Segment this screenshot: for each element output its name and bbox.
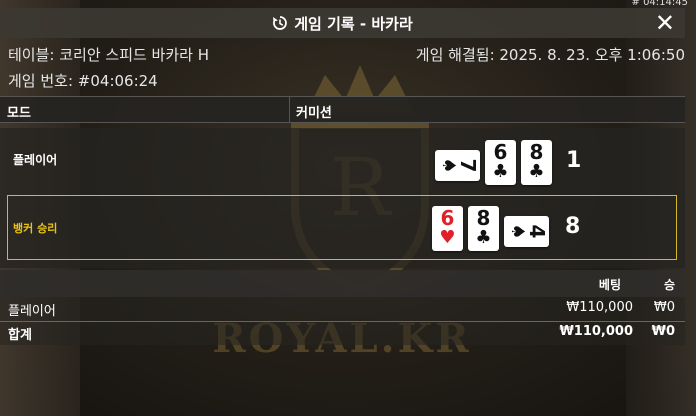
- player-card-2: 6 ♣: [485, 140, 516, 185]
- card-rank: 4: [525, 224, 549, 239]
- banker-card-2: 8 ♣: [468, 206, 499, 251]
- close-icon[interactable]: ✕: [655, 9, 675, 37]
- commission-column-label: 커미션: [296, 106, 332, 121]
- bet-column-label: 베팅: [598, 278, 621, 292]
- bet-table-header: 베팅 승: [0, 270, 685, 297]
- column-divider: [289, 97, 290, 122]
- dialog-header: 게임 기록 - 바카라 ✕: [0, 8, 685, 38]
- card-suit-icon: ♠: [507, 223, 528, 240]
- player-card-3: 8 ♣: [521, 140, 552, 185]
- player-label: 플레이어: [13, 153, 58, 167]
- card-rank: 8: [476, 206, 491, 230]
- win-column-label: 승: [663, 278, 675, 292]
- clock-text: # 04:14:45: [631, 0, 688, 8]
- player-score: 1: [566, 148, 582, 173]
- total-label: 합계: [8, 328, 32, 343]
- banker-card-3: 4 ♠: [504, 216, 549, 247]
- game-number: 게임 번호: #04:06:24: [8, 72, 158, 90]
- card-rank: 7: [456, 158, 480, 173]
- total-row: 합계 ₩110,000 ₩0: [0, 324, 685, 345]
- history-icon: [273, 16, 288, 30]
- bet-table: 베팅 승 플레이어 ₩110,000 ₩0 합계 ₩110,000 ₩0: [0, 270, 685, 345]
- win-amount: ₩0: [653, 300, 675, 315]
- mode-column-label: 모드: [7, 106, 31, 121]
- bet-name: 플레이어: [8, 304, 56, 319]
- table-name: 테이블: 코리안 스피드 바카라 H: [8, 46, 210, 64]
- banker-score: 8: [565, 214, 581, 239]
- card-suit-icon: ♣: [492, 161, 509, 182]
- card-suit-icon: ♠: [438, 157, 459, 174]
- player-card-1: 7 ♠: [435, 150, 480, 181]
- total-bet-amount: ₩110,000: [559, 324, 633, 339]
- total-win-amount: ₩0: [651, 324, 675, 339]
- card-suit-icon: ♣: [528, 161, 545, 182]
- card-rank: 8: [529, 140, 544, 164]
- card-rank: 6: [493, 140, 508, 164]
- card-suit-icon: ♥: [439, 227, 456, 248]
- resolved-time: 게임 해결됨: 2025. 8. 23. 오후 1:06:50: [415, 46, 685, 64]
- card-suit-icon: ♣: [475, 227, 492, 248]
- dialog-title-text: 게임 기록 - 바카라: [294, 14, 413, 33]
- mode-commission-header: 모드 커미션: [0, 96, 685, 123]
- card-rank: 6: [440, 206, 455, 230]
- row-divider: [0, 321, 685, 322]
- table-row: 플레이어 ₩110,000 ₩0: [0, 300, 685, 321]
- banker-card-1: 6 ♥: [432, 206, 463, 251]
- banker-win-label: 뱅커 승리: [13, 222, 58, 235]
- dialog-title: 게임 기록 - 바카라: [272, 13, 413, 34]
- bet-amount: ₩110,000: [566, 300, 633, 315]
